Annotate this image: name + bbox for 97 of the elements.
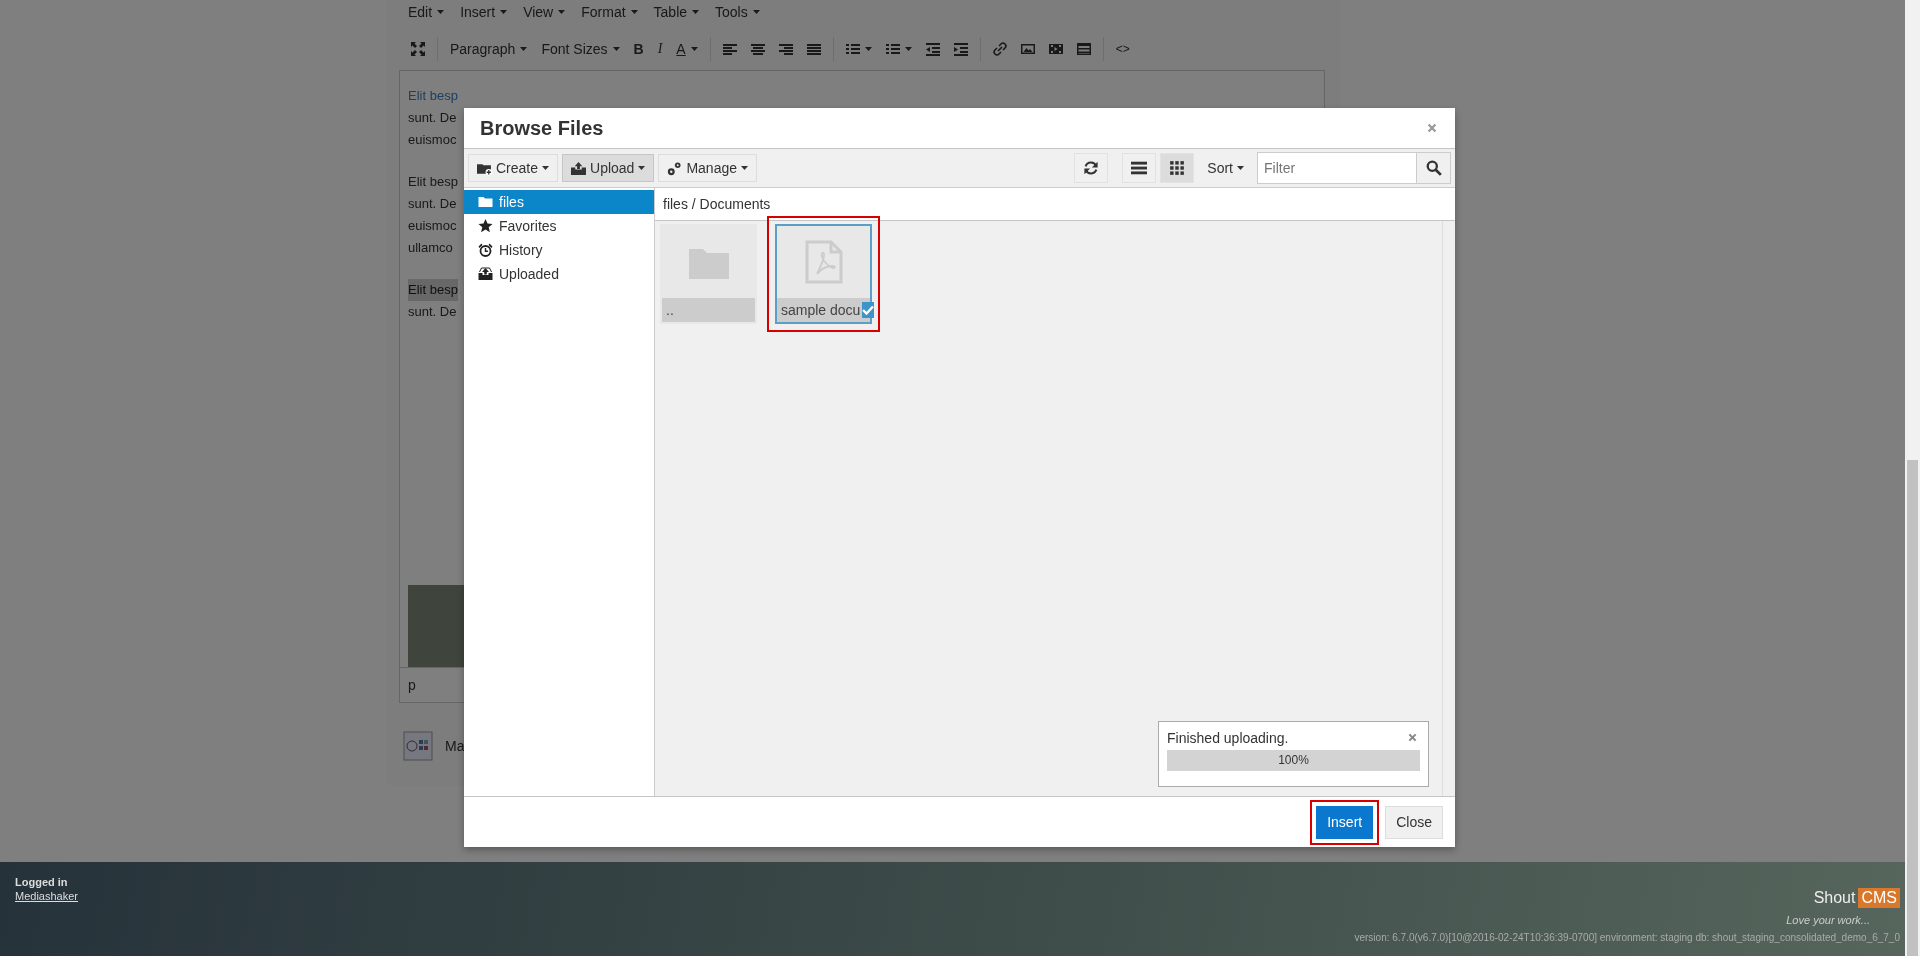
align-icon (778, 42, 793, 56)
caret-icon (752, 10, 760, 14)
scrollbar[interactable] (1905, 0, 1920, 956)
notification-message: Finished uploading. (1167, 730, 1289, 746)
caret-icon (741, 166, 748, 170)
sidebar-item[interactable]: Favorites (464, 214, 654, 238)
breadcrumb: files / Documents (663, 196, 771, 212)
caret-icon (558, 10, 566, 14)
text-line: ullamco (408, 239, 453, 257)
progress-reading: 100% (1278, 753, 1309, 767)
logged-in-label: Logged in (15, 876, 69, 888)
star-icon (478, 219, 493, 233)
module-label: Ma (445, 738, 465, 754)
menu-item[interactable]: View (523, 4, 566, 20)
numbered-list-icon (885, 42, 900, 56)
element-path: p (408, 677, 416, 693)
refresh-icon (1083, 160, 1100, 176)
text-line: Elit besp (408, 173, 458, 191)
sidebar-item[interactable]: files (464, 190, 654, 214)
file-tile[interactable]: sample docu (775, 224, 872, 324)
text-line: sunt. De (408, 109, 457, 127)
file-name: sample docu (781, 302, 861, 318)
user-link[interactable]: Mediashaker (15, 890, 78, 902)
grid-view-button[interactable] (1160, 153, 1195, 183)
bold-button[interactable]: B (627, 37, 650, 61)
caret-icon (612, 47, 620, 51)
fullscreen-icon (411, 42, 425, 56)
close-icon (1426, 122, 1438, 134)
refresh-button[interactable] (1074, 153, 1109, 183)
caret-icon (864, 47, 872, 51)
dialog-title: Browse Files (480, 116, 604, 140)
file-name: .. (666, 302, 674, 318)
media-icon (1048, 42, 1063, 56)
list-icon (1131, 160, 1148, 176)
caret-icon (542, 166, 550, 170)
gears-icon (667, 160, 683, 176)
bullet-list-icon (845, 42, 860, 56)
search-icon (1425, 160, 1442, 176)
align-icon (806, 42, 821, 56)
indent-icon (953, 42, 968, 56)
sidebar-label: files (499, 194, 524, 210)
module-icon (403, 731, 433, 761)
list-view-button[interactable] (1122, 153, 1157, 183)
caret-icon (520, 47, 528, 51)
text-line: euismoc (408, 131, 457, 149)
image-icon (1020, 42, 1035, 56)
menu-item[interactable]: Insert (460, 4, 508, 20)
create-dropdown[interactable]: Create (468, 154, 559, 182)
text-color-button[interactable]: A (670, 37, 704, 61)
caret-icon (437, 10, 445, 14)
font-size-dropdown[interactable]: Font Sizes (535, 37, 626, 61)
block-format-dropdown[interactable]: Paragraph (444, 37, 534, 61)
upload-dropdown[interactable]: Upload (562, 154, 655, 182)
text-line: sunt. De (408, 303, 457, 321)
grid-icon (1169, 160, 1186, 176)
logo: Shout CMS (1813, 888, 1900, 908)
sidebar-item[interactable]: History (464, 238, 654, 262)
manage-dropdown[interactable]: Manage (658, 154, 757, 182)
table-icon (1076, 42, 1091, 56)
outdent-icon (925, 42, 940, 56)
alarm-clock-icon (478, 243, 493, 257)
filter-field[interactable]: Filter (1257, 152, 1417, 184)
caret-icon (692, 10, 700, 14)
caret-icon (1237, 166, 1244, 170)
upload-box-icon (571, 160, 587, 176)
caret-icon (500, 10, 508, 14)
text-line: euismoc (408, 217, 457, 235)
align-icon (750, 42, 765, 56)
caret-icon (630, 10, 638, 14)
close-icon (1407, 732, 1418, 743)
close-dialog-button[interactable]: Close (1385, 805, 1443, 839)
menu-item[interactable]: Format (581, 4, 638, 20)
source-code-button[interactable]: <> (1109, 37, 1136, 61)
folder-icon (478, 195, 493, 209)
caret-icon (638, 166, 646, 170)
caret-icon (904, 47, 912, 51)
pdf-file-icon (804, 240, 843, 284)
menu-item[interactable]: Table (653, 4, 700, 20)
italic-button[interactable]: I (651, 37, 669, 61)
menu-item[interactable]: Tools (715, 4, 760, 20)
sidebar-item[interactable]: Uploaded (464, 262, 654, 286)
tagline: Love your work... (1786, 914, 1870, 926)
text-link[interactable]: Elit besp (408, 85, 458, 107)
sidebar-label: Favorites (499, 218, 557, 234)
text-line: sunt. De (408, 195, 457, 213)
menu-item[interactable]: Edit (408, 4, 445, 20)
folder-tile[interactable]: .. (660, 224, 757, 324)
checkbox[interactable] (862, 302, 875, 318)
caret-icon (690, 47, 698, 51)
sidebar-label: Uploaded (499, 266, 559, 282)
version-info: version: 6.7.0(v6.7.0)[10@2016-02-24T10:36:39-0700] environment: staging db: shout_staging_consolidated_demo_6_7_0 (1354, 932, 1900, 943)
sidebar-label: History (499, 242, 543, 258)
upload-box-icon (478, 267, 493, 281)
align-icon (722, 42, 737, 56)
search-button[interactable] (1417, 152, 1451, 184)
link-icon (992, 42, 1007, 56)
insert-button[interactable]: Insert (1316, 805, 1374, 839)
